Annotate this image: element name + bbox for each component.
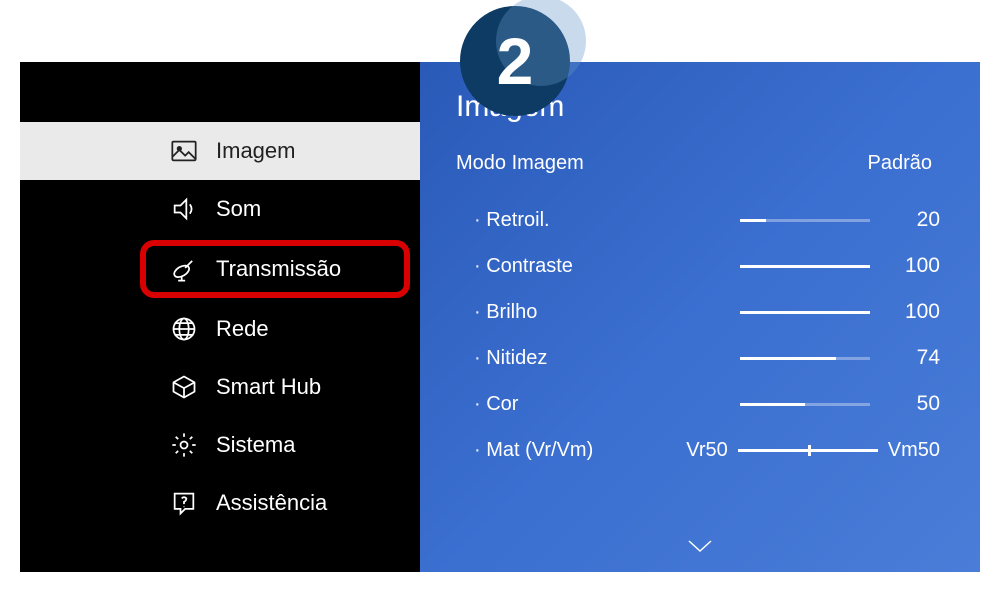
setting-row-retroil[interactable]: Retroil. 20: [456, 197, 940, 243]
setting-label: Nitidez: [474, 347, 547, 370]
slider-brilho[interactable]: [740, 311, 870, 314]
setting-label: Contraste: [474, 255, 573, 278]
support-icon: [170, 489, 198, 517]
sidebar-item-label: Rede: [216, 316, 269, 342]
slider-retroil[interactable]: [740, 219, 870, 222]
setting-controls: 20: [740, 208, 940, 232]
step-badge: 2: [460, 6, 570, 116]
setting-label: Mat (Vr/Vm): [474, 439, 593, 462]
setting-controls: 50: [740, 392, 940, 416]
setting-controls: 100: [740, 254, 940, 278]
tint-controls: Vr50 Vm50: [686, 439, 940, 462]
sound-icon: [170, 195, 198, 223]
setting-controls: 100: [740, 300, 940, 324]
sidebar-item-som[interactable]: Som: [20, 180, 420, 238]
tint-left-value: Vr50: [686, 439, 728, 462]
setting-label: Cor: [474, 393, 518, 416]
setting-value: 100: [888, 254, 940, 278]
chevron-down-icon[interactable]: [685, 537, 715, 560]
gear-icon: [170, 431, 198, 459]
sidebar-item-assistencia[interactable]: Assistência: [20, 474, 420, 532]
sidebar-item-label: Assistência: [216, 490, 327, 516]
setting-value: 74: [888, 346, 940, 370]
sidebar-item-sistema[interactable]: Sistema: [20, 416, 420, 474]
settings-sidebar: Imagem Som Transmissão Rede Smart Hub: [20, 62, 420, 572]
picture-mode-row[interactable]: Modo Imagem Padrão: [456, 152, 940, 175]
setting-value: 20: [888, 208, 940, 232]
smarthub-icon: [170, 373, 198, 401]
broadcast-icon: [170, 255, 198, 283]
step-number: 2: [497, 23, 534, 99]
setting-row-tint[interactable]: Mat (Vr/Vm) Vr50 Vm50: [456, 427, 940, 473]
sidebar-item-label: Imagem: [216, 138, 295, 164]
tint-right-value: Vm50: [888, 439, 940, 462]
setting-label: Brilho: [474, 301, 537, 324]
setting-row-cor[interactable]: Cor 50: [456, 381, 940, 427]
setting-row-contraste[interactable]: Contraste 100: [456, 243, 940, 289]
slider-contraste[interactable]: [740, 265, 870, 268]
slider-cor[interactable]: [740, 403, 870, 406]
mode-label: Modo Imagem: [456, 152, 584, 175]
network-icon: [170, 315, 198, 343]
setting-value: 100: [888, 300, 940, 324]
sidebar-item-rede[interactable]: Rede: [20, 300, 420, 358]
tv-settings-screen: Imagem Som Transmissão Rede Smart Hub: [20, 62, 980, 572]
mode-value: Padrão: [868, 152, 933, 175]
sidebar-item-imagem[interactable]: Imagem: [20, 122, 420, 180]
slider-nitidez[interactable]: [740, 357, 870, 360]
setting-controls: 74: [740, 346, 940, 370]
sidebar-item-label: Som: [216, 196, 261, 222]
setting-label: Retroil.: [474, 209, 550, 232]
slider-tint[interactable]: [738, 449, 878, 452]
sidebar-item-label: Transmissão: [216, 256, 341, 282]
setting-value: 50: [888, 392, 940, 416]
settings-panel: Imagem Modo Imagem Padrão Retroil. 20 Co…: [420, 62, 980, 572]
sidebar-item-smarthub[interactable]: Smart Hub: [20, 358, 420, 416]
sidebar-item-label: Smart Hub: [216, 374, 321, 400]
picture-icon: [170, 137, 198, 165]
setting-row-nitidez[interactable]: Nitidez 74: [456, 335, 940, 381]
sidebar-item-transmissao[interactable]: Transmissão: [140, 240, 410, 298]
sidebar-item-label: Sistema: [216, 432, 295, 458]
setting-row-brilho[interactable]: Brilho 100: [456, 289, 940, 335]
